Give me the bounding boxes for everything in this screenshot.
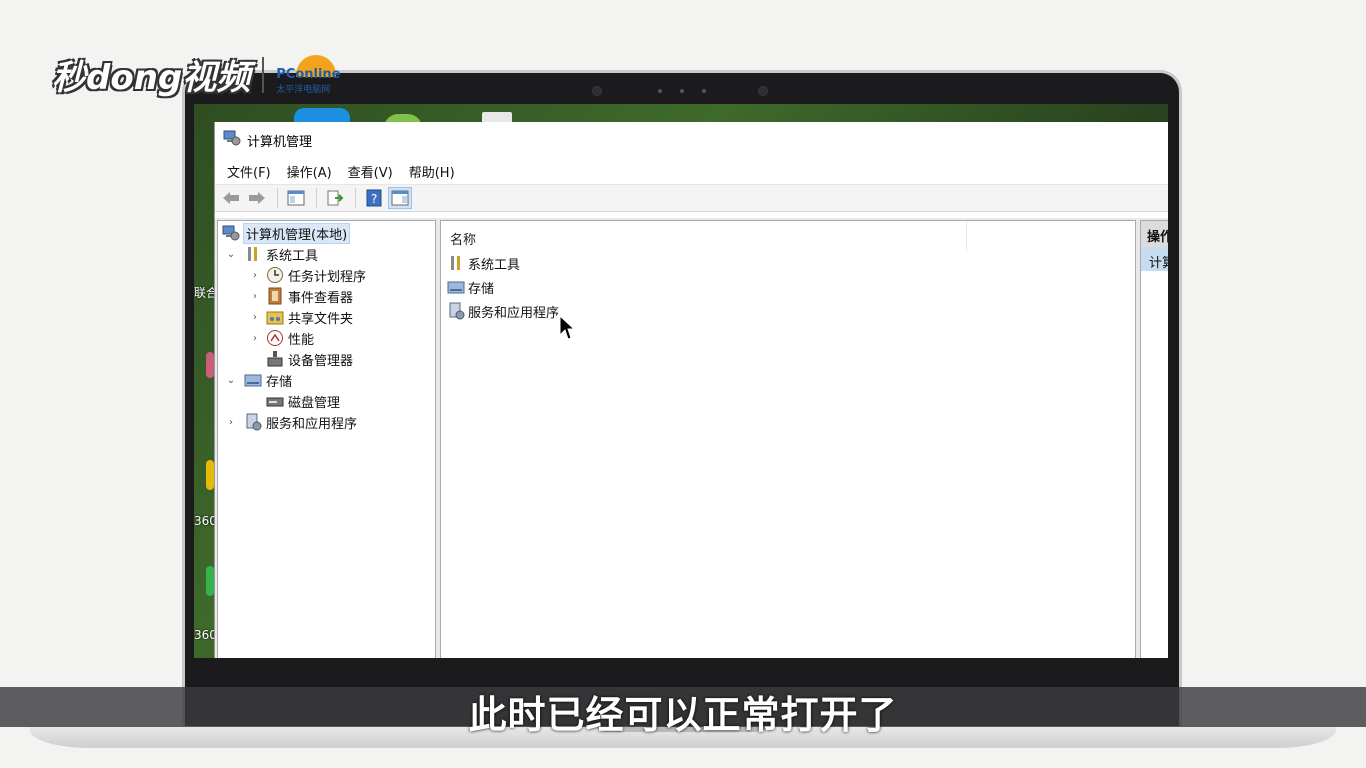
device-manager-icon (266, 350, 284, 368)
toolbar-separator (316, 188, 317, 208)
pconline-logo: PConline 太平洋电脑网 (276, 54, 358, 95)
tree-item-label: 任务计划程序 (288, 269, 367, 285)
tree-item-label: 服务和应用程序 (266, 416, 358, 432)
list-item-system-tools[interactable]: 系统工具 (447, 252, 520, 274)
tree-item-label: 共享文件夹 (288, 311, 354, 327)
panes-area: 计算机管理(本地) ⌄ 系统工具 › 任务计划程序 › 事件查看器 › 共享文件… (215, 218, 1168, 658)
arrow-right-icon (249, 192, 265, 204)
chevron-right-icon[interactable]: › (248, 270, 262, 281)
pconline-text: PConline (276, 66, 341, 82)
tools-icon (244, 245, 262, 263)
chevron-right-icon[interactable]: › (248, 333, 262, 344)
chevron-right-icon[interactable]: › (248, 291, 262, 302)
logo-text: 秒dong视频 (52, 58, 251, 98)
subtitle-text: 此时已经可以正常打开了 (468, 693, 898, 737)
forward-button[interactable] (245, 187, 269, 209)
tree-item-label: 磁盘管理 (288, 395, 341, 411)
pconline-subtext: 太平洋电脑网 (276, 84, 331, 95)
shared-folder-icon (266, 308, 284, 326)
toolbar-separator (277, 188, 278, 208)
desktop-app-icon[interactable] (206, 352, 214, 378)
video-watermark-logo: 秒dong视频 PConline 太平洋电脑网 (52, 50, 358, 99)
tree-item-device-manager[interactable]: 设备管理器 (262, 349, 353, 369)
export-list-icon (327, 190, 344, 206)
menu-help[interactable]: 帮助(H) (403, 159, 461, 184)
tree-item-label: 设备管理器 (288, 353, 354, 369)
computer-management-icon (222, 224, 240, 242)
title-bar[interactable]: 计算机管理 (215, 122, 1168, 158)
services-icon (447, 302, 465, 320)
tree-item-label: 性能 (288, 332, 315, 348)
action-pane-icon (391, 190, 409, 206)
sensor-dot (658, 89, 662, 93)
help-button[interactable]: ? (362, 187, 386, 209)
desktop-app-icon[interactable] (206, 460, 214, 490)
desktop-app-icon[interactable] (206, 566, 214, 596)
tree-item-task-scheduler[interactable]: › 任务计划程序 (248, 265, 366, 285)
export-list-button[interactable] (323, 187, 347, 209)
computer-management-icon (223, 129, 241, 151)
storage-icon (447, 278, 465, 296)
tree-item-disk-management[interactable]: 磁盘管理 (262, 391, 340, 411)
chevron-down-icon[interactable]: ⌄ (224, 375, 238, 386)
services-icon (244, 413, 262, 431)
tree-item-label: 系统工具 (266, 248, 319, 264)
tree-item-performance[interactable]: › 性能 (248, 328, 314, 348)
actions-header: 操作 (1141, 221, 1168, 247)
tree-item-services-and-applications[interactable]: › 服务和应用程序 (224, 412, 357, 432)
chevron-right-icon[interactable]: › (224, 417, 238, 428)
tree-item-event-viewer[interactable]: › 事件查看器 (248, 286, 353, 306)
window-title: 计算机管理 (247, 134, 313, 150)
mouse-cursor-icon (559, 314, 576, 345)
toolbar: ? (215, 184, 1168, 212)
menu-bar: 文件(F) 操作(A) 查看(V) 帮助(H) (215, 158, 1168, 184)
tree-item-label: 存储 (266, 374, 293, 390)
tree-item-shared-folders[interactable]: › 共享文件夹 (248, 307, 353, 327)
show-hide-action-pane-button[interactable] (388, 187, 412, 209)
list-item-label: 服务和应用程序 (468, 305, 560, 321)
back-button[interactable] (219, 187, 243, 209)
action-item-computer-management[interactable]: 计算 (1141, 247, 1168, 271)
tree-item-storage[interactable]: ⌄ 存储 (224, 370, 292, 390)
sensor-left (592, 86, 602, 96)
svg-text:?: ? (371, 192, 377, 206)
performance-icon (266, 329, 284, 347)
chevron-right-icon[interactable]: › (248, 312, 262, 323)
tree-item-label: 事件查看器 (288, 290, 354, 306)
list-item-storage[interactable]: 存储 (447, 276, 494, 298)
clock-icon (266, 266, 284, 284)
console-tree-icon (287, 190, 305, 206)
disk-management-icon (266, 392, 284, 410)
tree-item-computer-management-local[interactable]: 计算机管理(本地) (222, 222, 351, 244)
tree-item-label: 计算机管理(本地) (242, 222, 351, 244)
sensor-dot (680, 89, 684, 93)
menu-action[interactable]: 操作(A) (281, 159, 338, 184)
chevron-down-icon[interactable]: ⌄ (224, 249, 238, 260)
console-tree: 计算机管理(本地) ⌄ 系统工具 › 任务计划程序 › 事件查看器 › 共享文件… (217, 220, 436, 658)
sensor-dot (702, 89, 706, 93)
list-item-label: 系统工具 (468, 257, 521, 273)
arrow-left-icon (223, 192, 239, 204)
list-item-label: 存储 (468, 281, 495, 297)
column-header-name[interactable]: 名称 (441, 221, 967, 251)
results-pane: 名称 系统工具 存储 服务和应用程序 (440, 220, 1136, 658)
tools-icon (447, 254, 465, 272)
webcam-bar (590, 86, 780, 98)
menu-view[interactable]: 查看(V) (342, 159, 399, 184)
actions-pane: 操作 计算 (1140, 220, 1168, 658)
sensor-right (758, 86, 768, 96)
tree-item-system-tools[interactable]: ⌄ 系统工具 (224, 244, 318, 264)
menu-file[interactable]: 文件(F) (221, 159, 277, 184)
show-hide-console-tree-button[interactable] (284, 187, 308, 209)
list-item-services-and-applications[interactable]: 服务和应用程序 (447, 300, 559, 322)
computer-management-window: 计算机管理 文件(F) 操作(A) 查看(V) 帮助(H) ? 计算机管理(本地… (214, 122, 1168, 658)
toolbar-separator (355, 188, 356, 208)
logo-divider (262, 56, 265, 93)
event-viewer-icon (266, 287, 284, 305)
storage-icon (244, 371, 262, 389)
help-icon: ? (366, 189, 382, 207)
